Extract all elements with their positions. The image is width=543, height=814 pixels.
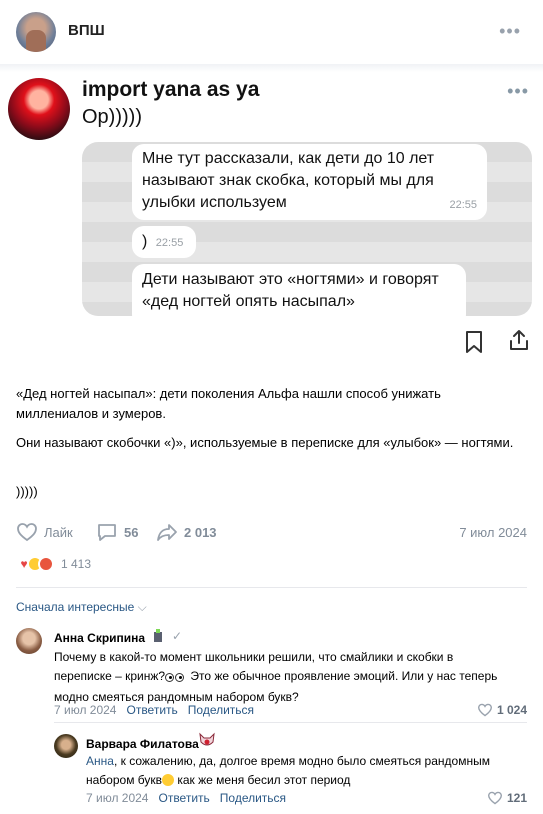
comment-text: Почему в какой-то момент школьники решил… [54,650,498,704]
bookmark-icon [466,331,482,353]
shares-count: 2 013 [184,524,217,540]
chat-message-time: 22:55 [449,199,477,211]
comment-author[interactable]: Варвара Филатова [86,737,199,751]
like-button[interactable]: Лайк [16,522,73,542]
angry-reaction-icon [38,556,54,572]
reactions-count: 1 413 [61,557,92,571]
community-avatar[interactable] [16,12,56,52]
chat-bubble: Мне тут рассказали, как дети до 10 лет н… [132,144,487,220]
chat-screenshot: Мне тут рассказали, как дети до 10 лет н… [82,142,532,316]
eyes-emoji-icon [165,669,187,688]
mention-link[interactable]: Анна [86,754,114,768]
share-icon [510,330,528,350]
tweet-text: Ор))))) [82,106,142,128]
divider [16,587,527,588]
comment-likes-count: 121 [506,791,527,805]
heart-icon [487,791,502,805]
comment-date[interactable]: 7 июл 2024 [54,703,116,717]
heart-icon [17,523,37,542]
share-arrow-icon [157,524,177,541]
comment-author[interactable]: Анна Скрипина [54,631,145,645]
comment-like-button[interactable]: 1 024 [477,703,527,717]
like-label: Лайк [44,524,73,540]
chat-message-text: ) [142,233,148,250]
comment-meta: 7 июл 2024 Ответить Поделиться [86,791,286,805]
smile-emoji-icon [162,774,175,786]
post-paragraph: Они называют скобочки «)», используемые … [16,435,514,450]
heart-icon [477,703,492,717]
comments-sort-label: Сначала интересные [16,600,135,614]
chevron-down-icon: ⌵ [137,600,147,614]
divider [54,722,527,723]
share-button[interactable]: 2 013 [156,522,217,542]
post-date[interactable]: 7 июл 2024 [459,525,527,540]
share-comment-button[interactable]: Поделиться [188,703,254,717]
chat-bubble: ) 22:55 [132,226,196,258]
chat-bubble: Дети называют это «ногтями» и говорят «д… [132,264,466,316]
avatar[interactable] [54,734,78,758]
chat-message-text: Дети называют это «ногтями» и говорят «д… [142,271,439,310]
post-paragraph: «Дед ногтей насыпал»: дети поколения Аль… [16,386,441,421]
chat-message-text: Мне тут рассказали, как дети до 10 лет н… [142,150,435,211]
reply-button[interactable]: Ответить [126,703,177,717]
avatar[interactable] [16,628,42,654]
comment-date[interactable]: 7 июл 2024 [86,791,148,805]
verified-check-icon: ✓ [172,629,183,643]
chat-message-time: 22:55 [155,237,184,249]
share-comment-button[interactable]: Поделиться [220,791,286,805]
reply-button[interactable]: Ответить [158,791,209,805]
tweet-author-avatar [8,78,70,140]
post-paragraph: ))))) [16,484,38,499]
badge-icon [154,629,162,642]
tweet-author-name: import yana as ya [82,78,260,101]
comments-sort-dropdown[interactable]: Сначала интересные ⌵ [16,600,147,615]
more-horizontal-icon[interactable]: ••• [499,22,521,40]
comment-button[interactable]: 56 [96,522,138,542]
comments-count: 56 [124,524,139,540]
cat-badge-icon [199,732,215,746]
comment-icon [98,524,116,541]
comment-like-button[interactable]: 121 [487,791,527,805]
comment-text: Анна, к сожалению, да, долгое время модн… [86,754,490,787]
community-name[interactable]: ВПШ [68,22,105,39]
tweet-more-icon: ••• [507,81,529,101]
comment-likes-count: 1 024 [496,703,527,717]
post-header: ВПШ ••• [0,0,543,64]
post-actions: Лайк 56 2 013 7 июл 2024 [16,520,527,544]
comment-meta: 7 июл 2024 Ответить Поделиться [54,703,254,717]
reactions-summary[interactable]: ♥ 1 413 [16,556,91,572]
